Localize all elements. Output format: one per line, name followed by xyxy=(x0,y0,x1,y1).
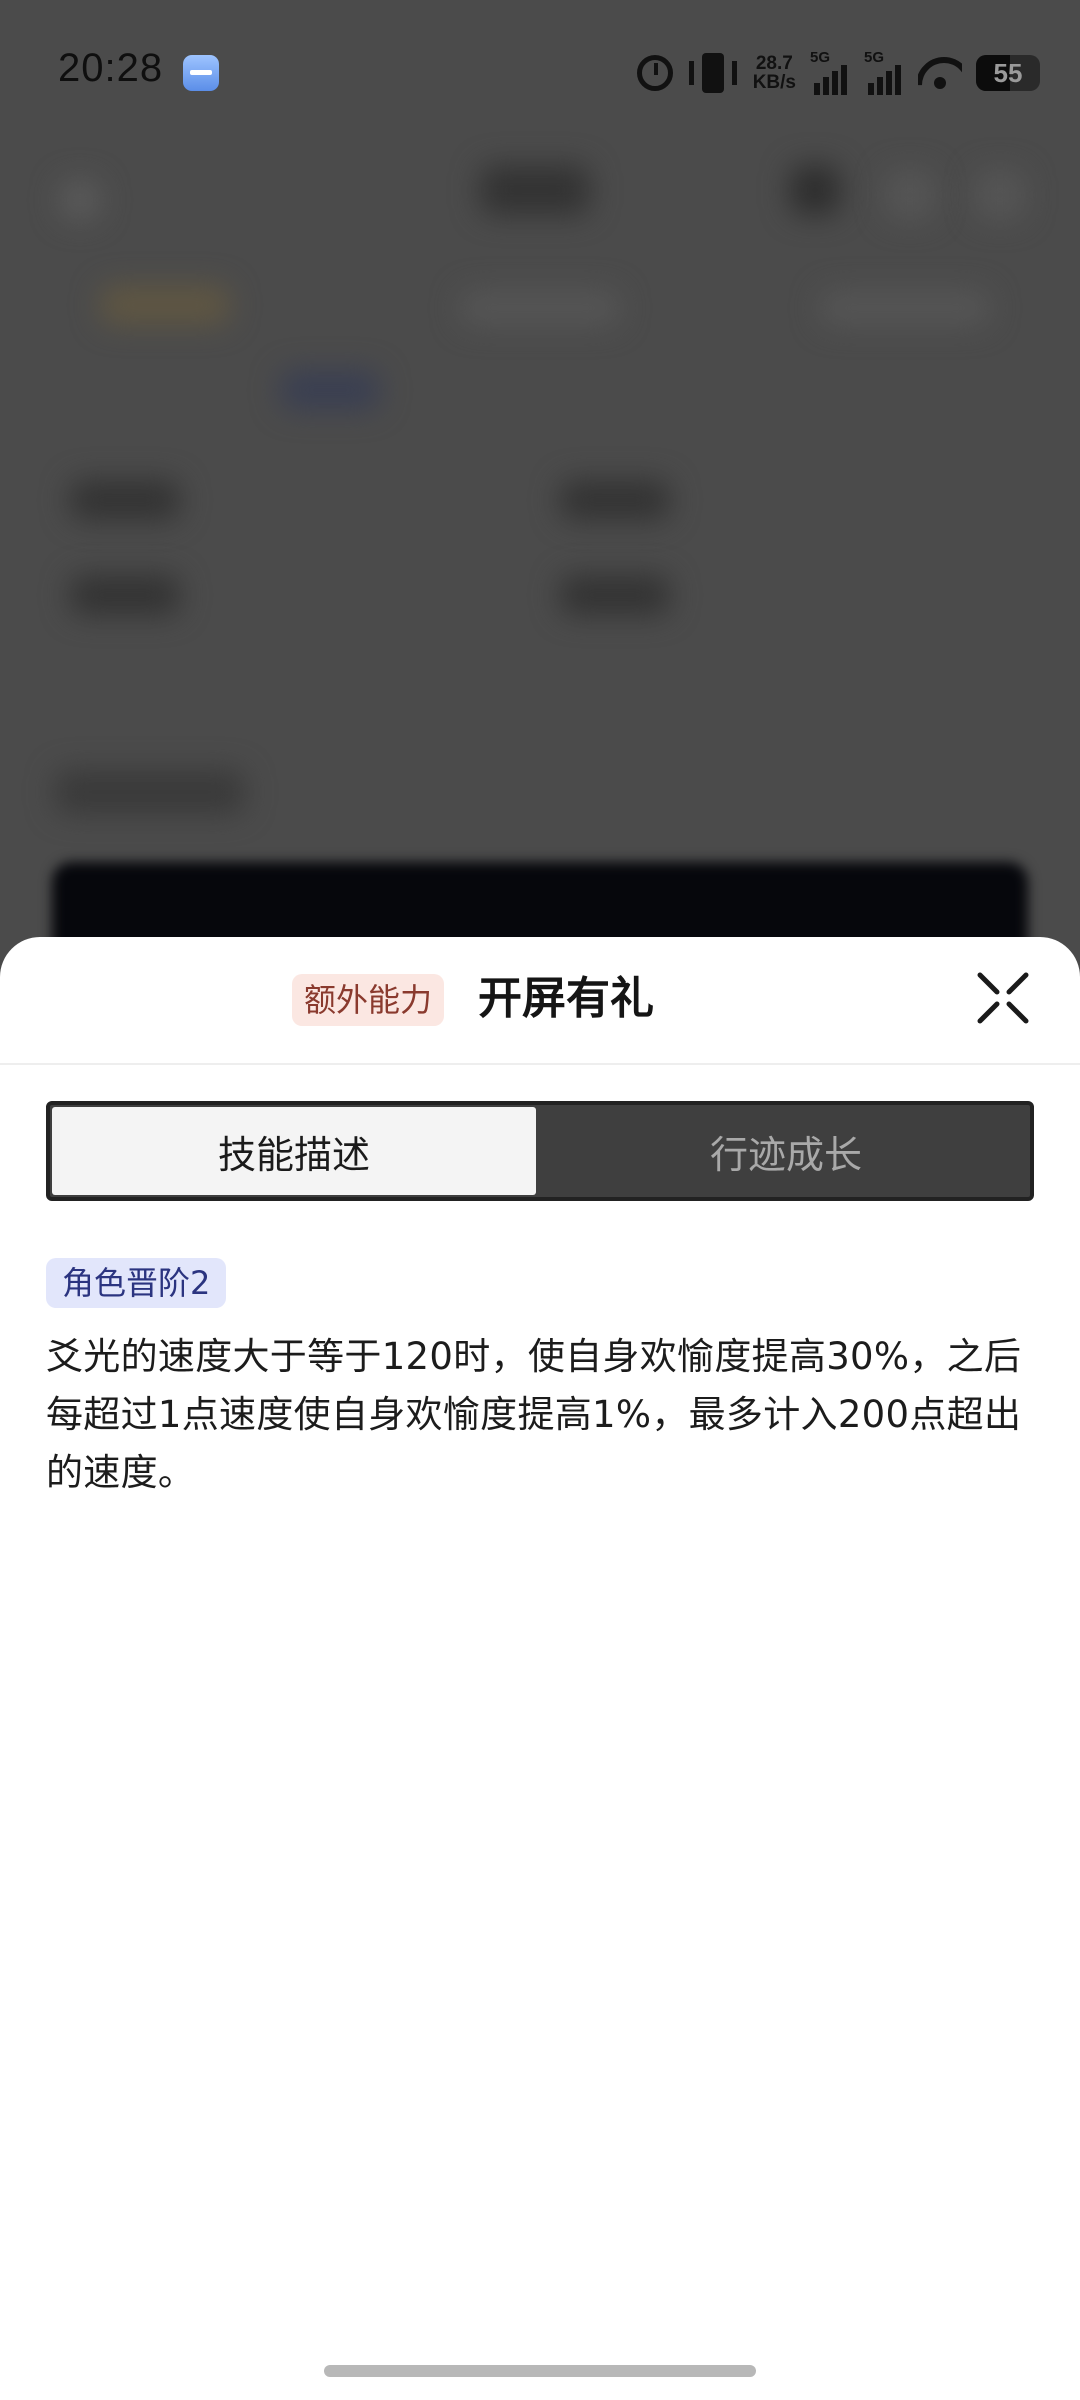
close-button[interactable] xyxy=(972,967,1034,1029)
bg-blur-block xyxy=(70,480,180,520)
signal-bar-icon xyxy=(895,65,901,95)
network-speed-unit: KB/s xyxy=(752,72,796,93)
bg-blur-block xyxy=(60,180,100,220)
signal-bar-icon xyxy=(823,77,829,95)
network-speed: 28.7 KB/s xyxy=(753,54,796,92)
status-icons: 28.7 KB/s 5G 5G 55 xyxy=(636,48,1040,98)
sim1-network-label: 5G xyxy=(810,49,831,66)
skill-description-text: 爻光的速度大于等于120时，使自身欢愉度提高30%，之后每超过1点速度使自身欢愉… xyxy=(46,1335,1022,1494)
wifi-icon xyxy=(918,55,962,91)
signal-bar-icon xyxy=(841,65,847,95)
status-time: 20:28 xyxy=(58,46,164,90)
bottom-sheet: 额外能力 开屏有礼 技能描述 行迹成长 角色晋阶2 爻光的速度大于等于120时，… xyxy=(0,937,1080,2400)
vibrate-icon xyxy=(687,53,739,93)
bg-blur-block xyxy=(560,575,670,615)
battery-icon: 55 xyxy=(976,55,1040,91)
sim2-network-label: 5G xyxy=(864,49,885,66)
tab-bar: 技能描述 行迹成长 xyxy=(46,1101,1034,1201)
sheet-title: 开屏有礼 xyxy=(478,973,654,1024)
signal-bar-icon xyxy=(868,83,874,95)
network-speed-value: 28.7 xyxy=(755,53,793,74)
bg-blur-block xyxy=(790,165,840,215)
signal-bar-icon xyxy=(877,77,883,95)
close-icon xyxy=(977,972,1029,1024)
bg-blur-block xyxy=(480,165,590,215)
bg-blur-block xyxy=(975,170,1025,220)
signal-bar-icon xyxy=(814,83,820,95)
tab-trace-growth[interactable]: 行迹成长 xyxy=(544,1107,1028,1195)
status-bar: 20:28 28.7 KB/s 5G 5G 55 xyxy=(0,0,1080,145)
bg-blur-block xyxy=(460,290,620,326)
bg-blur-block xyxy=(560,480,670,520)
bg-blur-block xyxy=(55,770,245,814)
bg-blur-block xyxy=(885,170,935,220)
signal-bar-icon xyxy=(886,71,892,95)
bg-blur-block xyxy=(820,290,990,326)
battery-level: 55 xyxy=(993,57,1023,88)
signal-icon-sim1: 5G xyxy=(810,49,850,97)
bg-blur-block xyxy=(100,285,230,325)
signal-icon-sim2: 5G xyxy=(864,49,904,97)
tab-skill-description[interactable]: 技能描述 xyxy=(52,1107,536,1195)
eidolon-level-badge: 角色晋阶2 xyxy=(46,1258,227,1308)
extra-ability-tag: 额外能力 xyxy=(292,974,445,1026)
home-indicator[interactable] xyxy=(324,2365,756,2377)
alarm-icon xyxy=(636,55,673,91)
sheet-header: 额外能力 开屏有礼 xyxy=(0,937,1080,1065)
bg-blur-block xyxy=(280,370,380,410)
bg-blur-block xyxy=(70,575,180,615)
signal-bar-icon xyxy=(832,71,838,95)
app-notification-icon xyxy=(183,55,219,91)
